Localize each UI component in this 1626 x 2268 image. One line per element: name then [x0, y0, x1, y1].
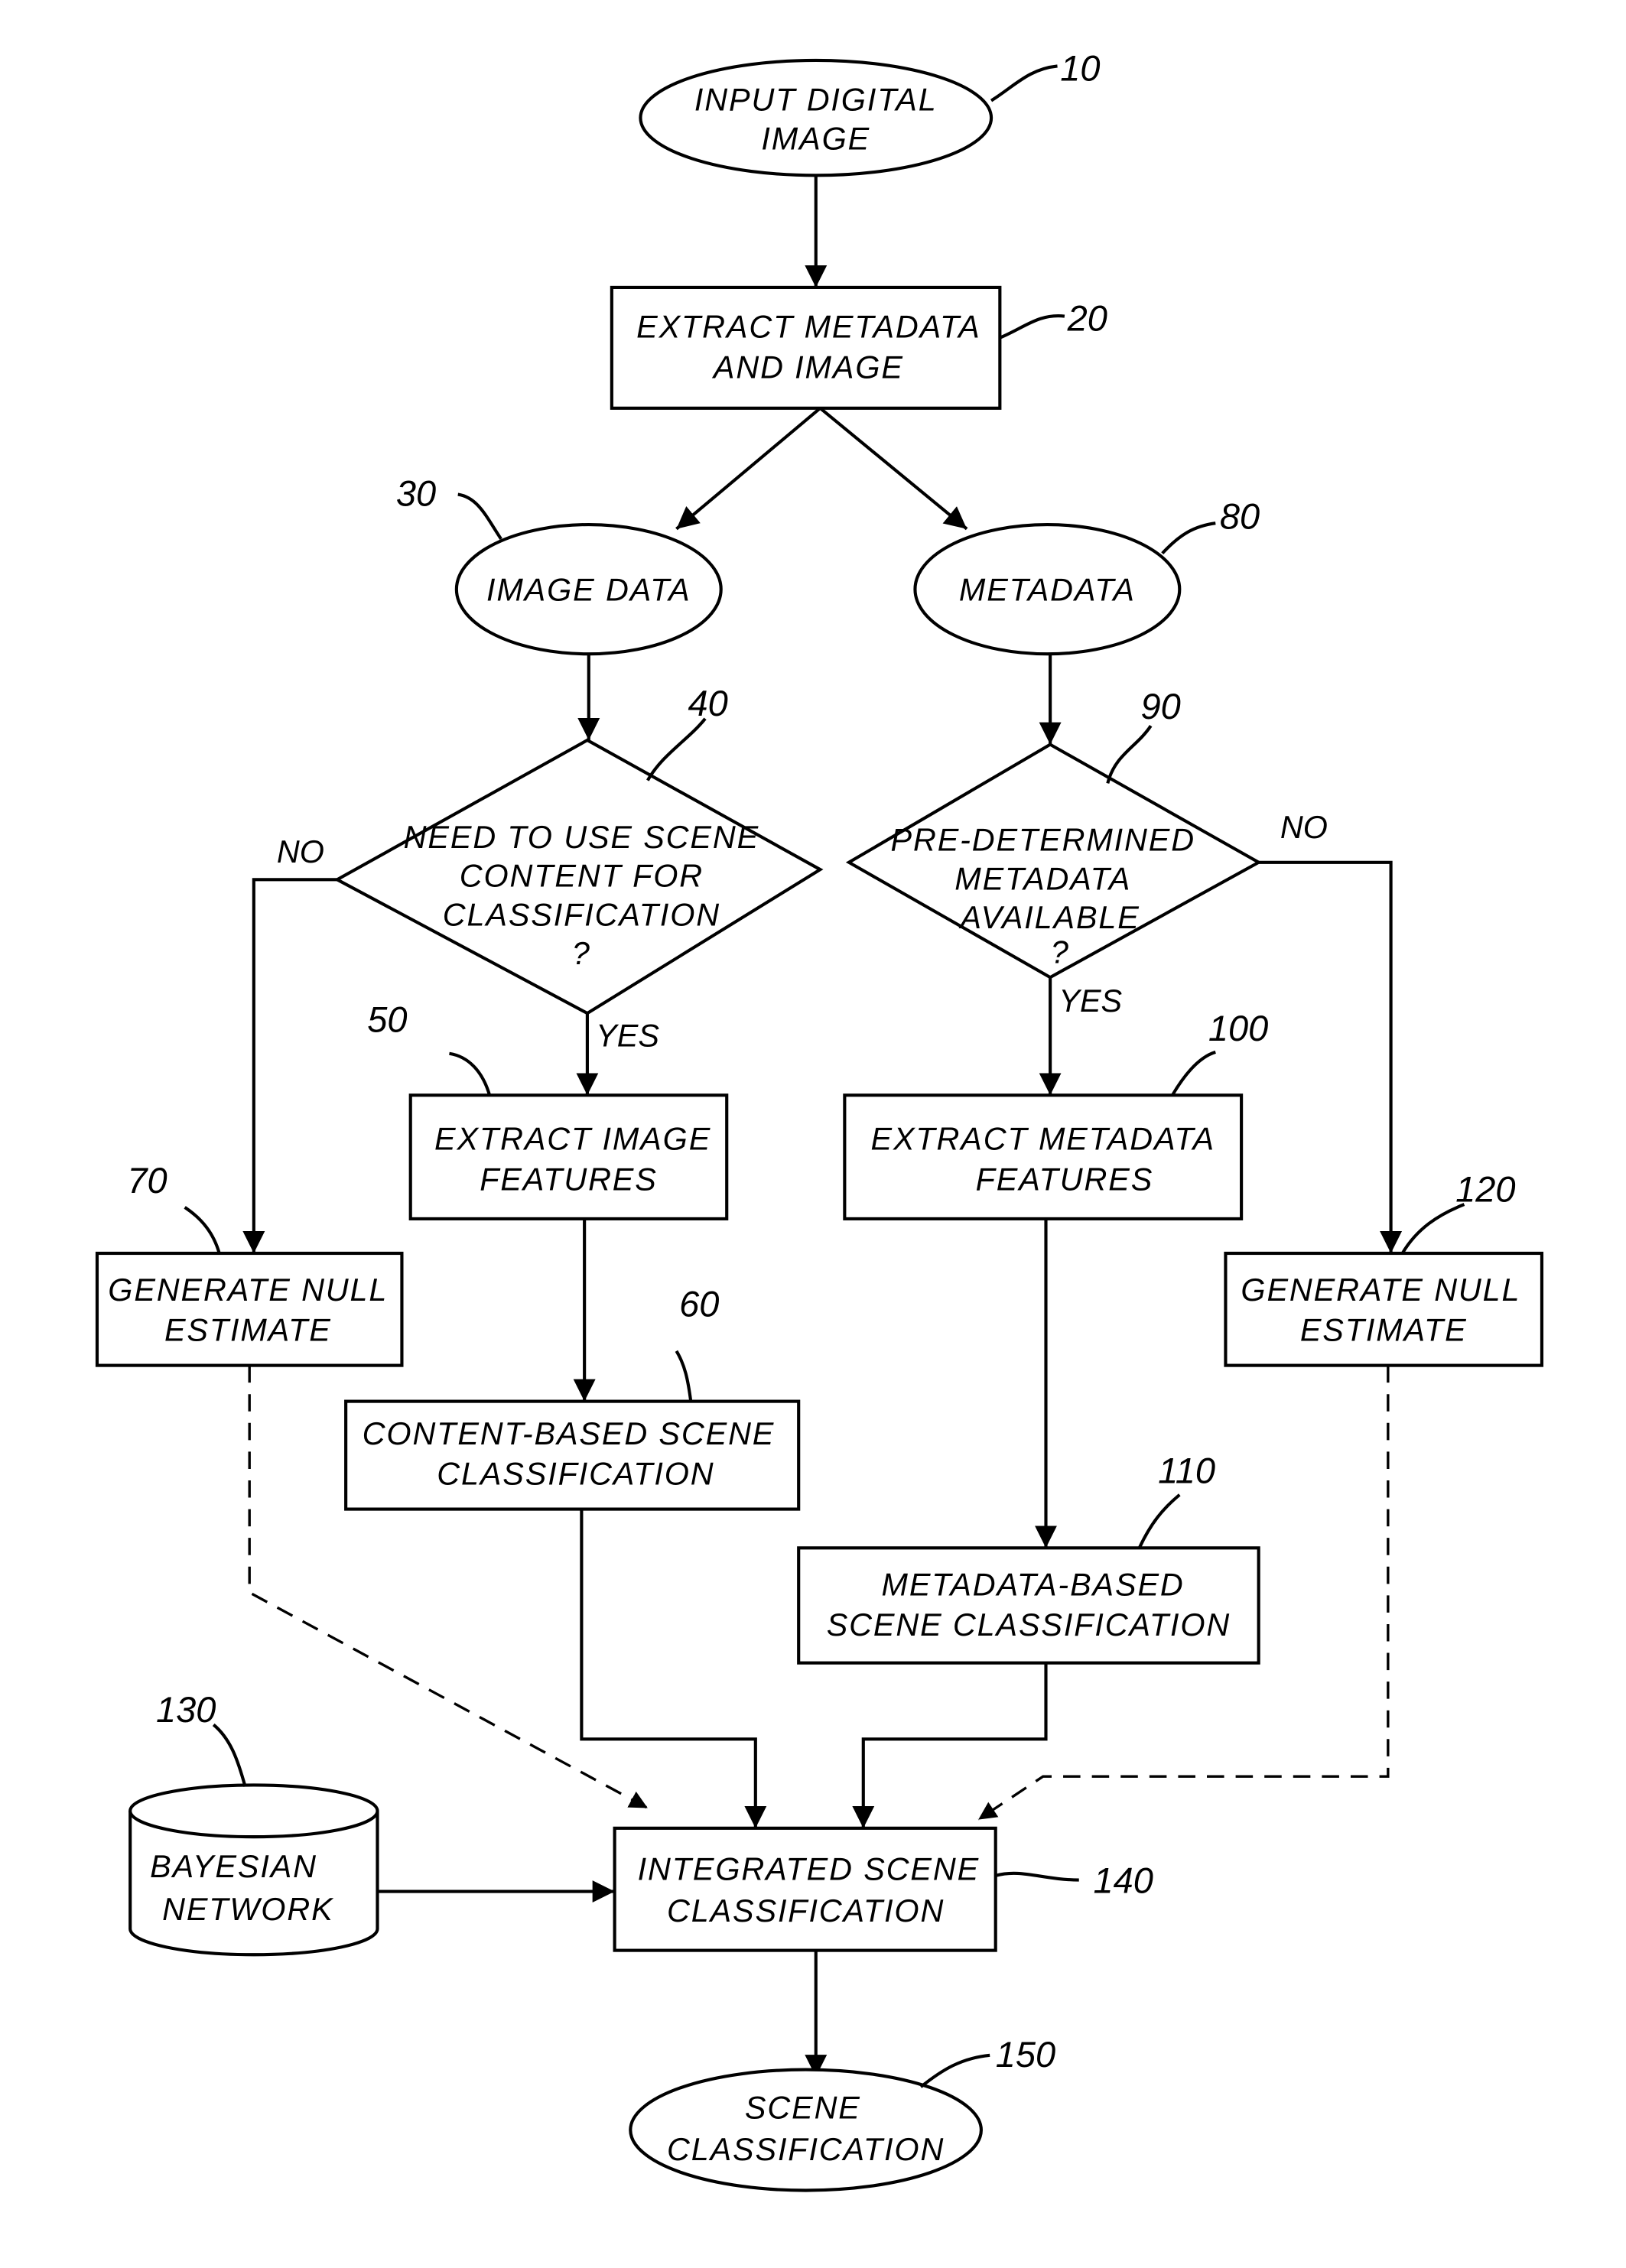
node-30-line-1: IMAGE DATA — [486, 573, 691, 608]
ref-90: 90 — [1141, 686, 1181, 726]
node-extract-metadata-features: EXTRACT METADATA FEATURES — [843, 1093, 1244, 1220]
ref-70: 70 — [127, 1160, 167, 1201]
node-100-line-1: EXTRACT METADATA — [871, 1122, 1215, 1157]
node-10-line-2: IMAGE — [761, 121, 870, 156]
node-100-line-2: FEATURES — [976, 1162, 1154, 1197]
leader-50 — [449, 1051, 492, 1096]
node-90-line-3: AVAILABLE — [958, 900, 1140, 935]
node-150-line-2: CLASSIFICATION — [667, 2132, 945, 2167]
ref-140: 140 — [1094, 1860, 1153, 1900]
node-140-line-1: INTEGRATED SCENE — [638, 1852, 980, 1887]
leader-140 — [995, 1871, 1079, 1882]
node-40-line-4: ? — [572, 936, 591, 971]
node-70-line-2: ESTIMATE — [164, 1313, 332, 1348]
arrow-90-no-120 — [1258, 860, 1403, 1254]
node-130-line-1: BAYESIAN — [150, 1849, 317, 1884]
branch-40-yes: YES — [596, 1018, 659, 1053]
node-input-digital-image: INPUT DIGITAL IMAGE — [639, 58, 993, 177]
decision-need-scene-content: NEED TO USE SCENE CONTENT FOR CLASSIFICA… — [333, 738, 824, 1015]
arrow-60-140 — [580, 1509, 767, 1828]
leader-30 — [457, 492, 502, 540]
leader-70 — [184, 1206, 221, 1254]
ref-20: 20 — [1067, 297, 1107, 338]
node-generate-null-estimate-left: GENERATE NULL ESTIMATE — [95, 1251, 404, 1367]
node-120-line-2: ESTIMATE — [1300, 1313, 1468, 1348]
ref-130: 130 — [156, 1689, 216, 1730]
node-120-line-1: GENERATE NULL — [1241, 1272, 1520, 1308]
ref-100: 100 — [1208, 1008, 1268, 1048]
node-80-line-1: METADATA — [959, 573, 1136, 608]
node-metadata: METADATA — [913, 522, 1182, 656]
node-bayesian-network: BAYESIAN NETWORK — [128, 1783, 379, 1957]
node-150-line-1: SCENE — [745, 2091, 861, 2126]
ref-60: 60 — [679, 1284, 719, 1324]
leader-10 — [990, 64, 1058, 102]
leader-20 — [999, 314, 1065, 340]
arrow-20-30 — [675, 407, 821, 531]
node-extract-metadata-and-image: EXTRACT METADATA AND IMAGE — [610, 285, 1002, 410]
node-70-line-1: GENERATE NULL — [108, 1272, 388, 1308]
arrow-40-no-70 — [242, 878, 337, 1254]
node-20-line-2: AND IMAGE — [711, 349, 904, 385]
decision-predetermined-metadata: PRE-DETERMINED METADATA AVAILABLE ? — [845, 742, 1262, 980]
node-40-line-1: NEED TO USE SCENE — [404, 820, 759, 855]
branch-90-yes: YES — [1059, 983, 1122, 1019]
leader-120 — [1400, 1203, 1465, 1255]
node-110-line-2: SCENE CLASSIFICATION — [827, 1607, 1231, 1643]
node-140-line-2: CLASSIFICATION — [667, 1893, 945, 1928]
node-90-line-4: ? — [1051, 934, 1070, 970]
ref-10: 10 — [1060, 47, 1100, 88]
ref-30: 30 — [396, 473, 436, 514]
ref-80: 80 — [1220, 496, 1260, 537]
leader-80 — [1161, 522, 1216, 555]
leader-90 — [1106, 725, 1153, 784]
leader-60 — [675, 1350, 693, 1402]
leader-40 — [646, 717, 707, 781]
node-90-line-1: PRE-DETERMINED — [891, 823, 1195, 858]
node-20-line-1: EXTRACT METADATA — [636, 310, 980, 345]
node-image-data: IMAGE DATA — [454, 522, 723, 656]
branch-40-no: NO — [277, 834, 324, 869]
node-130-line-2: NETWORK — [162, 1892, 334, 1927]
node-integrated-scene-classification: INTEGRATED SCENE CLASSIFICATION — [613, 1826, 997, 1952]
node-generate-null-estimate-right: GENERATE NULL ESTIMATE — [1224, 1251, 1544, 1367]
leader-100 — [1171, 1050, 1216, 1097]
branch-90-no: NO — [1280, 810, 1328, 845]
arrow-110-140 — [852, 1662, 1048, 1828]
ref-150: 150 — [996, 2034, 1055, 2075]
ref-40: 40 — [688, 683, 727, 723]
node-10-line-1: INPUT DIGITAL — [694, 83, 938, 118]
node-110-line-1: METADATA-BASED — [881, 1567, 1184, 1602]
leader-150 — [919, 2053, 990, 2088]
node-50-line-2: FEATURES — [480, 1162, 658, 1197]
node-scene-classification-output: SCENE CLASSIFICATION — [629, 2068, 983, 2192]
ref-120: 120 — [1455, 1168, 1515, 1209]
node-40-line-3: CLASSIFICATION — [443, 897, 720, 932]
node-50-line-1: EXTRACT IMAGE — [434, 1122, 711, 1157]
ref-50: 50 — [367, 999, 407, 1040]
leader-110 — [1137, 1493, 1181, 1549]
node-60-line-1: CONTENT-BASED SCENE — [363, 1416, 776, 1451]
node-metadata-based-classification: METADATA-BASED SCENE CLASSIFICATION — [797, 1546, 1260, 1665]
ref-110: 110 — [1158, 1451, 1215, 1491]
arrow-20-80 — [819, 407, 968, 531]
node-90-line-2: METADATA — [954, 861, 1131, 896]
node-60-line-2: CLASSIFICATION — [437, 1457, 714, 1492]
node-40-line-2: CONTENT FOR — [460, 859, 704, 894]
leader-130 — [212, 1723, 247, 1787]
node-content-based-classification: CONTENT-BASED SCENE CLASSIFICATION — [344, 1399, 801, 1511]
flowchart: INPUT DIGITAL IMAGE 10 EXTRACT METADATA … — [95, 47, 1544, 2192]
node-extract-image-features: EXTRACT IMAGE FEATURES — [408, 1093, 729, 1220]
